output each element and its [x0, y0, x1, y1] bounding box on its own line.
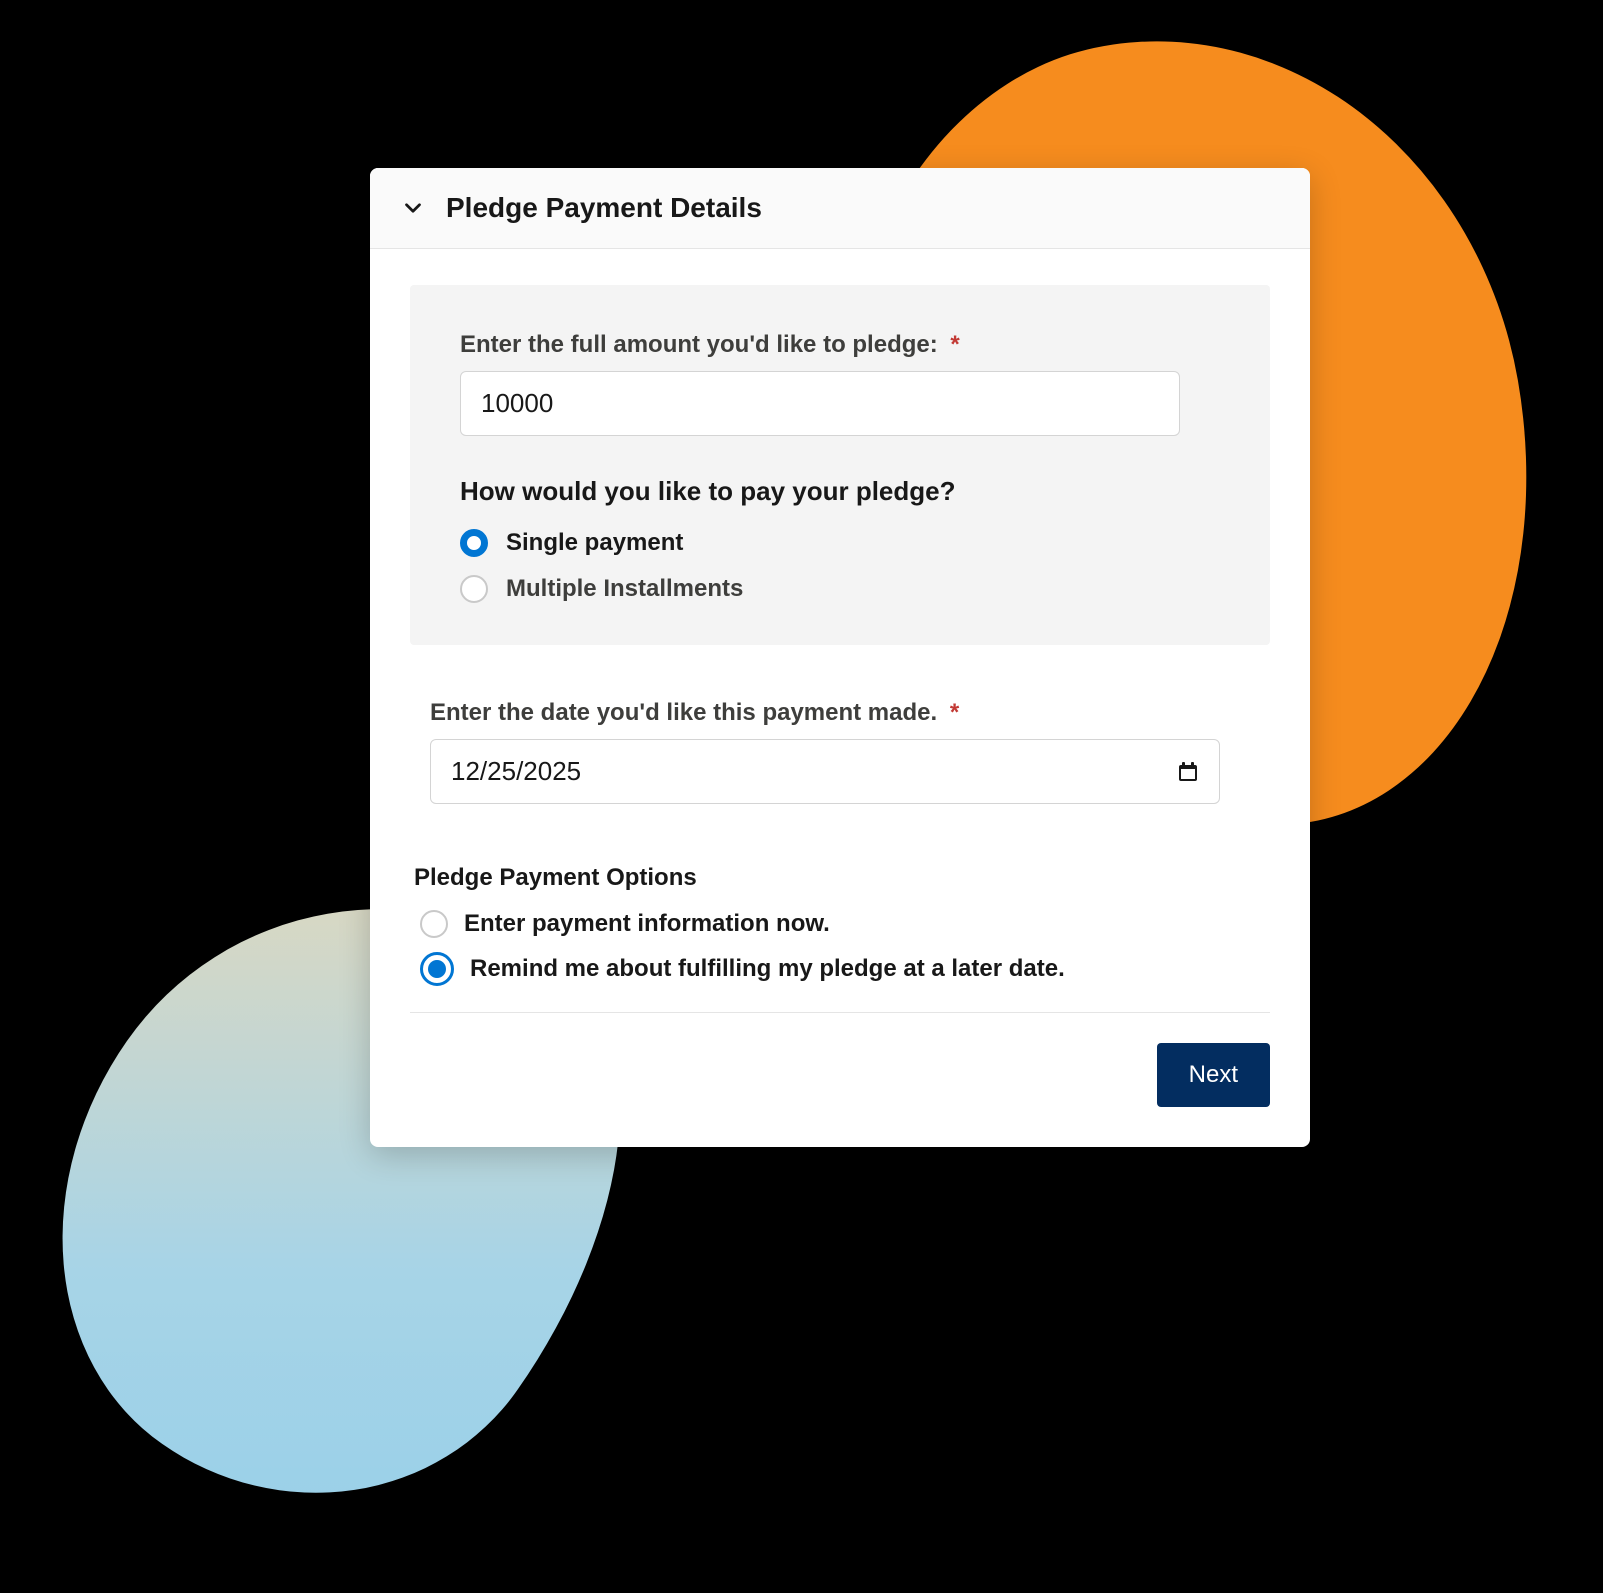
- amount-label: Enter the full amount you'd like to pled…: [460, 331, 1220, 359]
- option-remind-later[interactable]: Remind me about fulfilling my pledge at …: [420, 952, 1266, 986]
- radio-circle-unselected: [420, 910, 448, 938]
- payment-options-group: Enter payment information now. Remind me…: [414, 910, 1266, 986]
- radio-circle-selected: [420, 952, 454, 986]
- radio-label-single: Single payment: [506, 529, 683, 557]
- date-input-wrap: [430, 739, 1220, 804]
- card-body: Enter the full amount you'd like to pled…: [370, 249, 1310, 1147]
- radio-single-payment[interactable]: Single payment: [460, 529, 1220, 557]
- payment-options-section: Pledge Payment Options Enter payment inf…: [410, 864, 1270, 1013]
- option-label-enter-now: Enter payment information now.: [464, 910, 830, 938]
- radio-circle-selected: [460, 529, 488, 557]
- required-asterisk: *: [950, 699, 959, 726]
- radio-label-multiple: Multiple Installments: [506, 575, 743, 603]
- payment-date-input[interactable]: [430, 739, 1220, 804]
- amount-section: Enter the full amount you'd like to pled…: [410, 285, 1270, 645]
- chevron-down-icon[interactable]: [400, 195, 426, 221]
- calendar-icon[interactable]: [1176, 760, 1200, 784]
- card-title: Pledge Payment Details: [446, 192, 762, 224]
- payment-method-question: How would you like to pay your pledge?: [460, 476, 1220, 507]
- amount-input[interactable]: [460, 371, 1180, 436]
- card-footer: Next: [410, 1013, 1270, 1107]
- radio-multiple-installments[interactable]: Multiple Installments: [460, 575, 1220, 603]
- option-label-remind-later: Remind me about fulfilling my pledge at …: [470, 955, 1065, 983]
- pledge-payment-card: Pledge Payment Details Enter the full am…: [370, 168, 1310, 1147]
- option-enter-now[interactable]: Enter payment information now.: [420, 910, 1266, 938]
- next-button[interactable]: Next: [1157, 1043, 1270, 1107]
- date-label: Enter the date you'd like this payment m…: [430, 699, 1250, 727]
- payment-method-radio-group: Single payment Multiple Installments: [460, 529, 1220, 603]
- payment-options-title: Pledge Payment Options: [414, 864, 1266, 892]
- required-asterisk: *: [950, 331, 959, 358]
- date-label-text: Enter the date you'd like this payment m…: [430, 699, 937, 726]
- radio-circle-unselected: [460, 575, 488, 603]
- payment-date-section: Enter the date you'd like this payment m…: [410, 699, 1270, 804]
- card-header: Pledge Payment Details: [370, 168, 1310, 249]
- amount-label-text: Enter the full amount you'd like to pled…: [460, 331, 938, 358]
